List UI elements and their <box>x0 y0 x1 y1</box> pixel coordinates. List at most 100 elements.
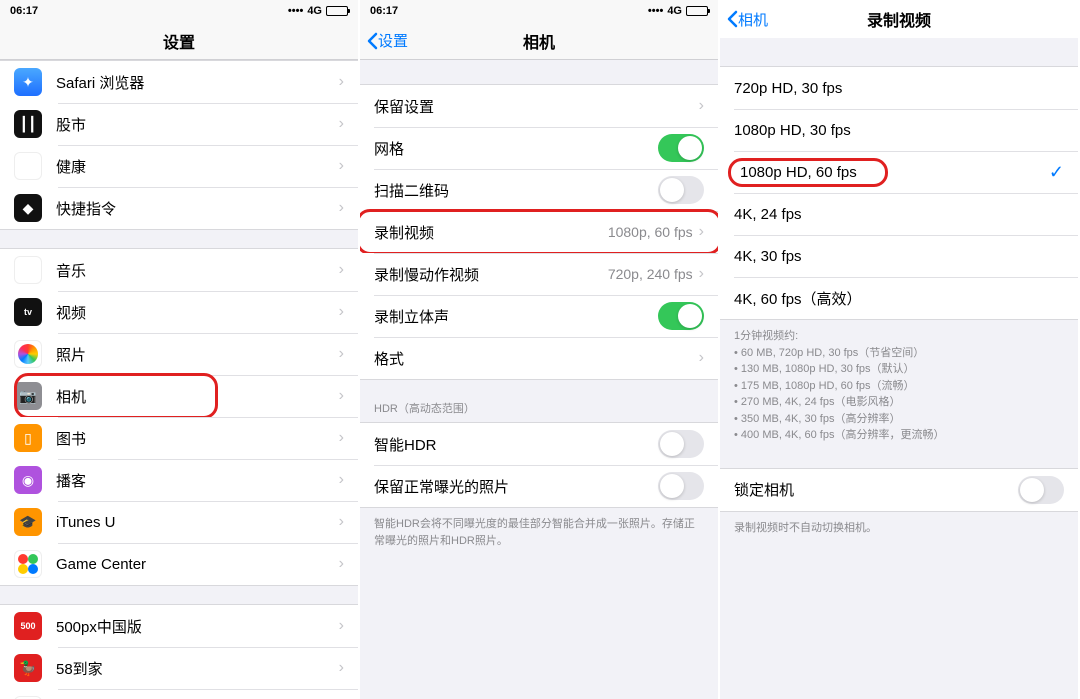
option-label: 4K, 60 fps（高效） <box>734 288 1064 309</box>
row-books[interactable]: ▯ 图书 › <box>0 417 358 459</box>
status-signal: •••• <box>648 5 663 17</box>
row-label: 录制立体声 <box>374 306 658 327</box>
footer-line: • 60 MB, 720p HD, 30 fps（节省空间） <box>734 345 1064 362</box>
row-shortcuts[interactable]: ◆ 快捷指令 › <box>0 187 358 229</box>
back-label: 设置 <box>378 30 408 51</box>
row-music[interactable]: ♪ 音乐 › <box>0 249 358 291</box>
row-label: 图书 <box>56 428 339 449</box>
row-label: iTunes U <box>56 514 339 531</box>
option-4k-60[interactable]: 4K, 60 fps（高效） <box>720 277 1078 319</box>
chevron-icon: › <box>339 513 344 531</box>
record-video-screen: 相机 录制视频 720p HD, 30 fps 1080p HD, 30 fps… <box>720 0 1080 699</box>
row-label: 视频 <box>56 302 339 323</box>
row-label: 股市 <box>56 114 339 135</box>
row-label: 播客 <box>56 470 339 491</box>
option-720p-30[interactable]: 720p HD, 30 fps <box>720 67 1078 109</box>
row-500px[interactable]: 500 500px中国版 › <box>0 605 358 647</box>
row-record-slomo[interactable]: 录制慢动作视频 720p, 240 fps › <box>360 253 718 295</box>
row-camera[interactable]: 📷 相机 › <box>0 375 358 417</box>
chevron-icon: › <box>699 265 704 283</box>
row-value: 720p, 240 fps <box>608 266 693 282</box>
chevron-icon: › <box>339 157 344 175</box>
option-4k-30[interactable]: 4K, 30 fps <box>720 235 1078 277</box>
footer-line: • 175 MB, 1080p HD, 60 fps（流畅） <box>734 378 1064 395</box>
row-record-video[interactable]: 录制视频 1080p, 60 fps › <box>360 211 718 253</box>
toggle-grid[interactable] <box>658 134 704 162</box>
toggle-stereo[interactable] <box>658 302 704 330</box>
row-itunesu[interactable]: 🎓 iTunes U › <box>0 501 358 543</box>
toggle-keep-normal[interactable] <box>658 472 704 500</box>
page-title: 录制视频 <box>867 7 931 31</box>
row-smart-hdr[interactable]: 智能HDR <box>360 423 718 465</box>
row-baidumap[interactable]: 📍 百度地图 › <box>0 689 358 699</box>
row-label: 录制视频 <box>374 222 608 243</box>
row-label: 500px中国版 <box>56 616 339 637</box>
lock-footer: 录制视频时不自动切换相机。 <box>720 512 1078 543</box>
footer-line: • 130 MB, 1080p HD, 30 fps（默认） <box>734 361 1064 378</box>
toggle-qr[interactable] <box>658 176 704 204</box>
row-keep-normal[interactable]: 保留正常曝光的照片 <box>360 465 718 507</box>
option-1080p-60[interactable]: 1080p HD, 60 fps ✓ <box>720 151 1078 193</box>
row-grid[interactable]: 网格 <box>360 127 718 169</box>
option-1080p-30[interactable]: 1080p HD, 30 fps <box>720 109 1078 151</box>
battery-icon <box>326 6 348 16</box>
back-label: 相机 <box>738 9 768 30</box>
chevron-icon: › <box>699 223 704 241</box>
status-bar: 06:17 •••• 4G <box>0 0 358 22</box>
status-signal: •••• <box>288 5 303 17</box>
stocks-icon: ┃┃ <box>14 110 42 138</box>
row-label: 保留正常曝光的照片 <box>374 476 658 497</box>
chevron-icon: › <box>339 345 344 363</box>
row-scan-qr[interactable]: 扫描二维码 <box>360 169 718 211</box>
row-format[interactable]: 格式 › <box>360 337 718 379</box>
chevron-icon: › <box>339 387 344 405</box>
camera-settings-list[interactable]: 保留设置 › 网格 扫描二维码 录制视频 1080p, 60 fps › 录制慢… <box>360 60 718 699</box>
chevron-icon: › <box>339 617 344 635</box>
checkmark-icon: ✓ <box>1049 162 1064 183</box>
row-label: 58到家 <box>56 658 339 679</box>
row-health[interactable]: ♥ 健康 › <box>0 145 358 187</box>
chevron-icon: › <box>339 115 344 133</box>
settings-screen: 06:17 •••• 4G 设置 ✦ Safari 浏览器 › ┃┃ 股市 › … <box>0 0 360 699</box>
option-label: 720p HD, 30 fps <box>734 80 1064 97</box>
row-stereo[interactable]: 录制立体声 <box>360 295 718 337</box>
row-stocks[interactable]: ┃┃ 股市 › <box>0 103 358 145</box>
row-label: 智能HDR <box>374 434 658 455</box>
row-value: 1080p, 60 fps <box>608 224 693 240</box>
row-podcast[interactable]: ◉ 播客 › <box>0 459 358 501</box>
row-label: 录制慢动作视频 <box>374 264 608 285</box>
row-video[interactable]: tv 视频 › <box>0 291 358 333</box>
row-preserve-settings[interactable]: 保留设置 › <box>360 85 718 127</box>
option-label: 4K, 24 fps <box>734 206 1064 223</box>
app-icon: 🦆 <box>14 654 42 682</box>
row-lock-camera[interactable]: 锁定相机 <box>720 469 1078 511</box>
row-safari[interactable]: ✦ Safari 浏览器 › <box>0 61 358 103</box>
status-time: 06:17 <box>10 5 38 17</box>
row-gamecenter[interactable]: Game Center › <box>0 543 358 585</box>
settings-list[interactable]: ✦ Safari 浏览器 › ┃┃ 股市 › ♥ 健康 › ◆ 快捷指令 › <box>0 60 358 699</box>
page-title: 相机 <box>523 29 555 53</box>
toggle-smart-hdr[interactable] <box>658 430 704 458</box>
page-title: 设置 <box>163 29 195 53</box>
back-button[interactable]: 相机 <box>726 0 768 38</box>
option-label: 1080p HD, 60 fps <box>734 162 1049 183</box>
hdr-footer: 智能HDR会将不同曝光度的最佳部分智能合并成一张照片。存储正常曝光的照片和HDR… <box>360 508 718 555</box>
camera-icon: 📷 <box>14 382 42 410</box>
health-icon: ♥ <box>14 152 42 180</box>
gamecenter-icon <box>14 550 42 578</box>
row-label: Game Center <box>56 556 339 573</box>
row-58[interactable]: 🦆 58到家 › <box>0 647 358 689</box>
back-button[interactable]: 设置 <box>366 22 408 59</box>
option-label: 4K, 30 fps <box>734 248 1064 265</box>
nav-header: 设置 <box>0 22 358 60</box>
option-4k-24[interactable]: 4K, 24 fps <box>720 193 1078 235</box>
toggle-lock-camera[interactable] <box>1018 476 1064 504</box>
row-label: 照片 <box>56 344 339 365</box>
size-footer: 1分钟视频约: • 60 MB, 720p HD, 30 fps（节省空间） •… <box>720 320 1078 450</box>
row-photos[interactable]: 照片 › <box>0 333 358 375</box>
safari-icon: ✦ <box>14 68 42 96</box>
nav-header: 设置 相机 <box>360 22 718 60</box>
battery-icon <box>686 6 708 16</box>
video-icon: tv <box>14 298 42 326</box>
record-video-list[interactable]: 720p HD, 30 fps 1080p HD, 30 fps 1080p H… <box>720 38 1078 699</box>
